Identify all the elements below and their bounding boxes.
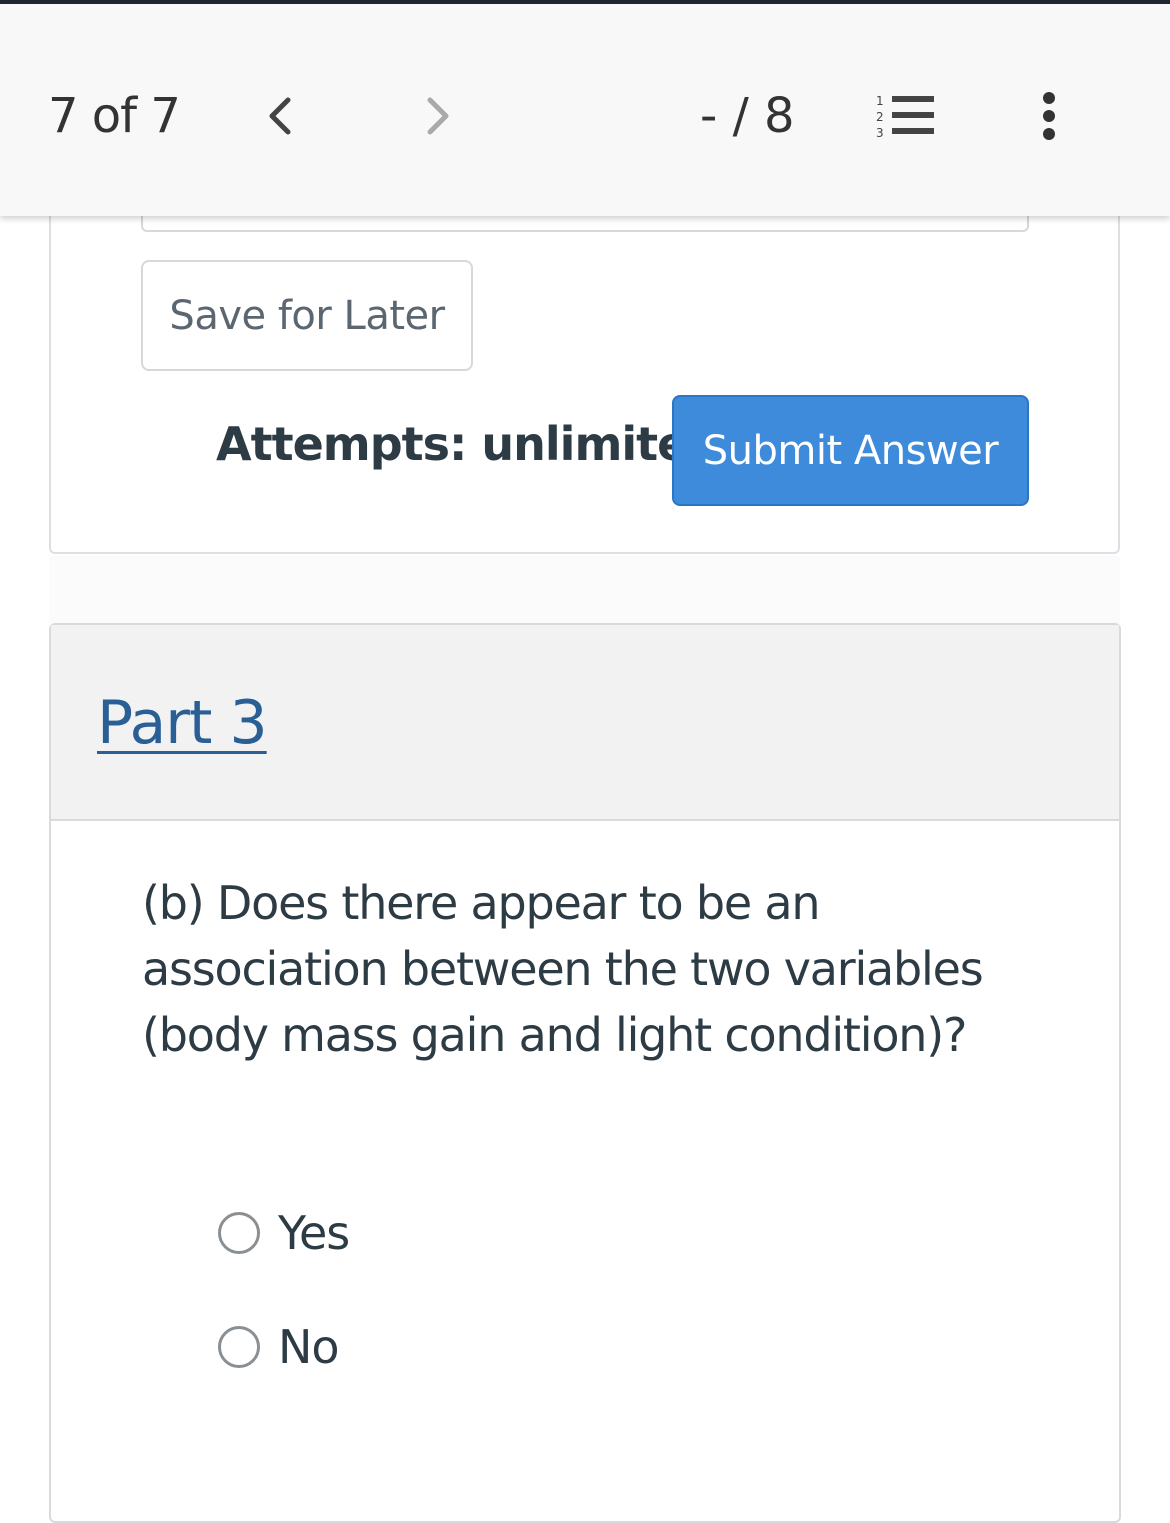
part3-title-link[interactable]: Part 3 xyxy=(97,688,268,758)
option-label: No xyxy=(278,1320,340,1374)
svg-text:2: 2 xyxy=(876,110,884,124)
option-yes[interactable]: Yes xyxy=(218,1206,350,1260)
section-gap xyxy=(49,556,1120,624)
svg-text:3: 3 xyxy=(876,126,884,140)
option-label: Yes xyxy=(278,1206,350,1260)
option-no[interactable]: No xyxy=(218,1320,340,1374)
chevron-right-icon[interactable] xyxy=(418,94,458,138)
save-for-later-button[interactable]: Save for Later xyxy=(141,260,473,371)
svg-text:1: 1 xyxy=(876,94,884,108)
top-navigation-bar: 7 of 7 - / 8 1 2 3 xyxy=(0,4,1170,216)
chevron-left-icon[interactable] xyxy=(262,94,302,138)
more-vertical-icon[interactable] xyxy=(1032,90,1066,144)
numbered-list-icon[interactable]: 1 2 3 xyxy=(872,92,936,140)
submit-answer-button[interactable]: Submit Answer xyxy=(672,395,1029,506)
question-text: (b) Does there appear to be an associati… xyxy=(142,876,984,1062)
attempts-label: Attempts: unlimited xyxy=(216,417,720,471)
question-counter: 7 of 7 xyxy=(48,88,181,144)
radio-button[interactable] xyxy=(218,1212,260,1254)
score-display: - / 8 xyxy=(700,88,795,144)
radio-button[interactable] xyxy=(218,1326,260,1368)
